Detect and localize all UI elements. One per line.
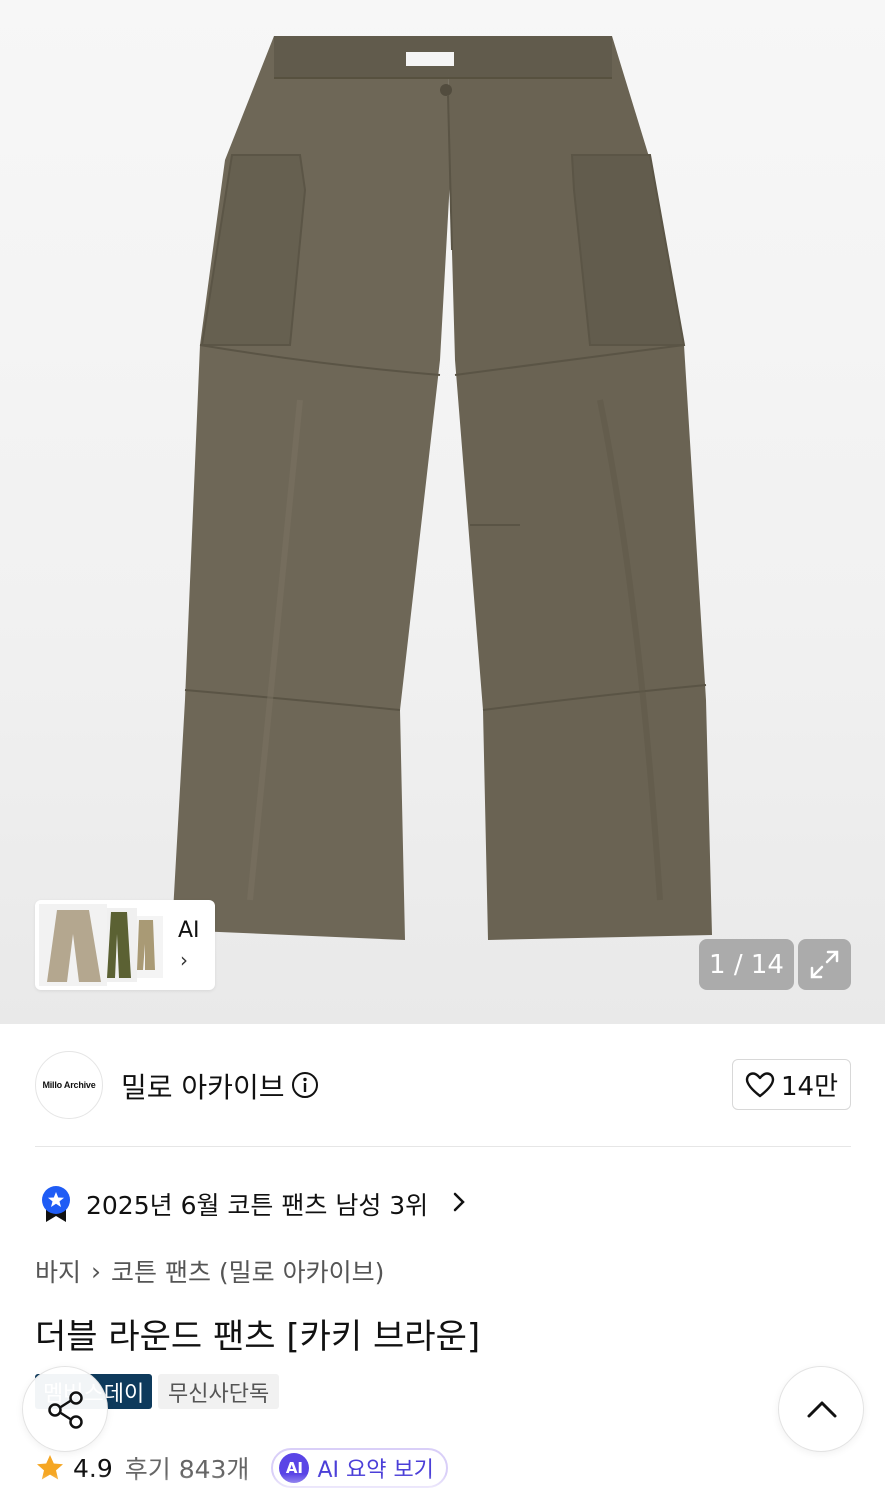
ai-color-variants-card[interactable]	[35, 900, 215, 990]
product-title: 더블 라운드 팬츠 [카키 브라운]	[35, 1317, 481, 1357]
exclusive-tag: 무신사단독	[158, 1374, 280, 1409]
image-counter: 1 / 14	[699, 939, 794, 990]
brand-name[interactable]: 밀로 아카이브	[121, 1066, 284, 1106]
brand-logo[interactable]: Millo Archive	[35, 1051, 103, 1119]
expand-icon	[810, 950, 839, 979]
heart-icon	[745, 1071, 775, 1097]
scroll-top-button[interactable]	[778, 1366, 864, 1452]
variant-thumbnails	[39, 904, 163, 986]
chevron-right-icon[interactable]	[452, 1191, 466, 1213]
pants-image	[172, 36, 712, 940]
chevron-right-icon: ›	[91, 1256, 102, 1286]
share-button[interactable]	[22, 1366, 108, 1452]
breadcrumb: 바지 › 코튼 팬츠 (밀로 아카이브)	[35, 1253, 384, 1289]
breadcrumb-subcategory[interactable]: 코튼 팬츠 (밀로 아카이브)	[111, 1253, 384, 1289]
ai-label: AI	[178, 918, 200, 943]
divider	[35, 1146, 851, 1147]
bottom-fade	[0, 1474, 885, 1500]
ranking-badge-icon	[42, 1186, 70, 1222]
chevron-up-icon	[807, 1401, 837, 1418]
like-button[interactable]: 14만	[732, 1059, 851, 1110]
expand-button[interactable]	[798, 939, 851, 990]
info-icon[interactable]	[291, 1071, 319, 1099]
breadcrumb-category[interactable]: 바지	[35, 1253, 81, 1289]
product-image-gallery[interactable]: AI › 1 / 14	[0, 0, 885, 1024]
like-count: 14만	[780, 1072, 838, 1102]
share-icon	[48, 1391, 83, 1429]
ranking-link[interactable]: 2025년 6월 코튼 팬츠 남성 3위	[86, 1186, 428, 1222]
chevron-right-icon: ›	[180, 948, 188, 972]
